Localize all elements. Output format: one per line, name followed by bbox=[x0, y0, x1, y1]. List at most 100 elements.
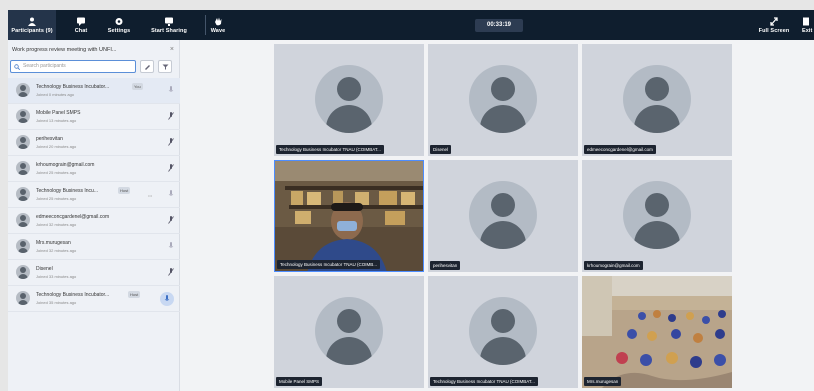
participant-joined-time: Joined 32 minutes ago bbox=[36, 222, 77, 227]
top-toolbar: Participants (9) Chat Settings Start Sha… bbox=[8, 10, 814, 40]
participant-joined-time: Joined 25 minutes ago bbox=[36, 170, 77, 175]
video-tile[interactable]: Technology Business Incubator TNAU (COIM… bbox=[274, 44, 424, 156]
filter-icon bbox=[162, 64, 169, 70]
host-badge: Host bbox=[118, 187, 131, 194]
participant-joined-time: Joined 20 minutes ago bbox=[36, 144, 77, 149]
participant-item[interactable]: Mobile Panel SMPS Joined 13 minutes ago bbox=[8, 104, 180, 130]
tile-name-label: edmeeconcgardenel@gmail.com bbox=[584, 145, 656, 154]
exit-icon bbox=[803, 17, 809, 25]
more-options-icon[interactable]: ••• bbox=[148, 193, 152, 198]
share-screen-icon bbox=[165, 17, 173, 26]
classroom-video-feed bbox=[582, 276, 732, 388]
avatar bbox=[16, 213, 30, 227]
avatar-placeholder bbox=[469, 181, 537, 249]
participants-button[interactable]: Participants (9) bbox=[8, 10, 56, 40]
participant-item[interactable]: perihesvitan Joined 20 minutes ago bbox=[8, 130, 180, 156]
participants-icon bbox=[28, 17, 36, 26]
video-tile[interactable]: Technology Business Incubator TNAU (COIM… bbox=[428, 276, 578, 388]
search-placeholder: Search participants bbox=[23, 63, 66, 69]
avatar-placeholder bbox=[469, 297, 537, 365]
avatar bbox=[16, 291, 30, 305]
start-sharing-button[interactable]: Start Sharing bbox=[144, 10, 194, 40]
participant-joined-time: Joined 35 minutes ago bbox=[36, 300, 77, 305]
participants-label: Participants (9) bbox=[11, 27, 53, 34]
fullscreen-button[interactable]: Full Screen bbox=[756, 10, 792, 40]
avatar bbox=[16, 83, 30, 97]
mic-muted-icon bbox=[168, 164, 174, 172]
avatar-placeholder bbox=[469, 65, 537, 133]
settings-label: Settings bbox=[107, 27, 131, 34]
video-tile[interactable]: Mrs.murugesan bbox=[582, 276, 732, 388]
participant-item[interactable]: Mrs.murugesan Joined 32 minutes ago bbox=[8, 234, 180, 260]
avatar bbox=[16, 239, 30, 253]
tile-name-label: krhoumograin@gmail.com bbox=[584, 261, 643, 270]
video-tile[interactable]: krhoumograin@gmail.com bbox=[582, 160, 732, 272]
search-icon bbox=[14, 64, 20, 70]
chat-button[interactable]: Chat bbox=[66, 10, 96, 40]
avatar-placeholder bbox=[623, 65, 691, 133]
participant-item[interactable]: Technology Business Incubator... Joined … bbox=[8, 78, 180, 104]
participant-name: Mrs.murugesan bbox=[36, 240, 71, 246]
avatar-placeholder bbox=[315, 297, 383, 365]
close-sidebar-icon[interactable]: × bbox=[170, 44, 174, 56]
video-tile-active-speaker[interactable]: Technology Business Incubator TNAU (COIM… bbox=[274, 160, 424, 272]
mic-icon bbox=[168, 190, 174, 196]
avatar bbox=[16, 109, 30, 123]
participant-name: Technology Business Incubator... bbox=[36, 292, 110, 298]
mic-icon bbox=[168, 242, 174, 248]
host-badge: Host bbox=[128, 291, 141, 298]
participant-name: krhoumograin@gmail.com bbox=[36, 162, 95, 168]
avatar bbox=[16, 187, 30, 201]
participant-name: Mobile Panel SMPS bbox=[36, 110, 81, 116]
meeting-title: Work progress review meeting with UNFI..… bbox=[12, 47, 117, 53]
exit-button[interactable]: Exit bbox=[802, 10, 814, 40]
fullscreen-label: Full Screen bbox=[758, 27, 790, 34]
participant-item[interactable]: Technology Business Incu... Joined 25 mi… bbox=[8, 182, 180, 208]
participant-joined-time: Joined 13 minutes ago bbox=[36, 118, 77, 123]
chat-label: Chat bbox=[74, 27, 88, 34]
mute-all-button[interactable] bbox=[140, 60, 154, 73]
participant-item[interactable]: Disenel Joined 33 minutes ago bbox=[8, 260, 180, 286]
exit-label: Exit bbox=[802, 27, 813, 34]
filter-button[interactable] bbox=[158, 60, 172, 73]
sidebar-header: Work progress review meeting with UNFI..… bbox=[12, 44, 176, 56]
video-tile[interactable]: Disenel bbox=[428, 44, 578, 156]
start-sharing-label: Start Sharing bbox=[151, 27, 187, 34]
participant-item[interactable]: krhoumograin@gmail.com Joined 25 minutes… bbox=[8, 156, 180, 182]
tile-name-label: Technology Business Incubator TNAU (COIM… bbox=[430, 377, 538, 386]
chat-icon bbox=[77, 17, 85, 26]
avatar-placeholder bbox=[315, 65, 383, 133]
participant-joined-time: Joined 33 minutes ago bbox=[36, 274, 77, 279]
avatar bbox=[16, 265, 30, 279]
avatar bbox=[16, 161, 30, 175]
tile-name-label: Technology Business Incubator TNAU (COIM… bbox=[276, 145, 384, 154]
participant-action-button[interactable] bbox=[160, 292, 174, 306]
video-tile[interactable]: Mobile Panel SMPS bbox=[274, 276, 424, 388]
mic-muted-icon bbox=[168, 268, 174, 276]
meeting-window: Participants (9) Chat Settings Start Sha… bbox=[8, 10, 814, 391]
participant-item[interactable]: Technology Business Incubator... Joined … bbox=[8, 286, 180, 312]
settings-icon bbox=[115, 17, 123, 25]
mic-muted-icon bbox=[168, 112, 174, 120]
participant-name: Disenel bbox=[36, 266, 53, 272]
you-badge: You bbox=[132, 83, 143, 90]
video-tile[interactable]: perihesvitan bbox=[428, 160, 578, 272]
participant-joined-time: Joined 32 minutes ago bbox=[36, 248, 77, 253]
participant-joined-time: Joined 25 minutes ago bbox=[36, 196, 77, 201]
wave-label: Wave bbox=[210, 27, 226, 34]
avatar bbox=[16, 135, 30, 149]
wave-button[interactable]: Wave bbox=[206, 10, 230, 40]
mic-muted-icon bbox=[168, 138, 174, 146]
tile-name-label: Mobile Panel SMPS bbox=[276, 377, 323, 386]
participant-name: Technology Business Incu... bbox=[36, 188, 98, 194]
edit-icon bbox=[145, 65, 150, 70]
video-tile[interactable]: edmeeconcgardenel@gmail.com bbox=[582, 44, 732, 156]
fullscreen-icon bbox=[770, 16, 778, 26]
tile-name-label: Technology Business Incubator TNAU (COIM… bbox=[277, 260, 380, 269]
participants-sidebar: Work progress review meeting with UNFI..… bbox=[8, 40, 180, 391]
settings-button[interactable]: Settings bbox=[102, 10, 136, 40]
search-input[interactable]: Search participants bbox=[10, 60, 136, 73]
meeting-timer: 00:33:19 bbox=[475, 19, 523, 32]
participant-item[interactable]: edmeeconcgardenel@gmail.com Joined 32 mi… bbox=[8, 208, 180, 234]
tile-name-label: perihesvitan bbox=[430, 261, 461, 270]
